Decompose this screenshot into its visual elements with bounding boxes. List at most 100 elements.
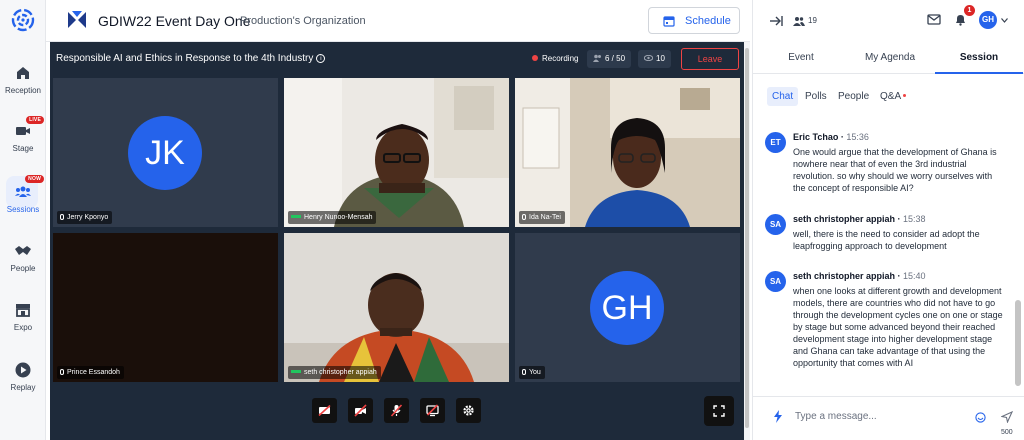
user-avatar[interactable]: GH — [979, 11, 997, 29]
emoji-icon[interactable] — [975, 412, 986, 423]
subtab-chat[interactable]: Chat — [767, 87, 799, 106]
viewers-count: 10 — [656, 54, 665, 63]
handshake-icon — [15, 246, 31, 255]
message-input[interactable] — [795, 405, 965, 427]
side-panel: 19 1 GH Event My Agenda Session Chat Pol… — [752, 0, 1024, 440]
subtab-people[interactable]: People — [838, 91, 869, 102]
mic-icon — [60, 214, 64, 220]
rail-item-label: People — [10, 264, 36, 273]
video-tile[interactable]: JK Jerry Kponyo — [53, 78, 278, 227]
panel-header: 19 1 GH — [753, 0, 1024, 42]
message-time: 15:38 — [903, 214, 926, 224]
participant-video-feed — [284, 78, 509, 227]
top-bar: GDIW22 Event Day One Production's Organi… — [46, 0, 750, 42]
message-author: seth christopher appiah · 15:40 — [793, 271, 926, 281]
participant-video-feed — [284, 233, 509, 382]
tab-event[interactable]: Event — [773, 52, 829, 63]
author-name: seth christopher appiah — [793, 214, 896, 224]
mic-icon — [522, 369, 526, 375]
leave-button[interactable]: Leave — [681, 48, 739, 70]
subtab-qa[interactable]: Q&A — [880, 91, 907, 102]
send-icon[interactable] — [1001, 411, 1013, 423]
unread-dot-icon — [903, 94, 907, 97]
rail-item-expo[interactable]: Expo — [0, 301, 46, 332]
message-author: Eric Tchao · 15:36 — [793, 132, 869, 142]
camera-off-button[interactable] — [312, 398, 337, 423]
mic-icon — [522, 214, 526, 220]
scrollbar-thumb[interactable] — [1015, 300, 1021, 386]
video-tile[interactable]: seth christopher appiah — [284, 233, 509, 382]
audio-level-icon — [291, 215, 301, 218]
event-logo-icon — [66, 9, 88, 31]
bell-icon[interactable] — [954, 13, 967, 26]
participant-name: Prince Essandoh — [67, 369, 120, 376]
participant-name: You — [529, 369, 541, 376]
rail-item-label: Stage — [12, 144, 34, 153]
session-title-text: Responsible AI and Ethics in Response to… — [56, 53, 314, 64]
rail-item-label: Replay — [10, 383, 36, 392]
message-composer: 500 — [753, 396, 1024, 440]
recording-label: Recording — [542, 54, 579, 63]
participants-count: 6 / 50 — [605, 54, 626, 63]
schedule-button[interactable]: Schedule — [648, 7, 740, 34]
rail-item-replay[interactable]: Replay — [0, 361, 46, 392]
rail-item-label: Sessions — [6, 205, 40, 214]
participants-icon — [593, 54, 601, 62]
video-tile[interactable]: Prince Essandoh — [53, 233, 278, 382]
participant-name: seth christopher appiah — [304, 369, 377, 376]
video-tile[interactable]: Henry Nunoo-Mensah — [284, 78, 509, 227]
message-time: 15:36 — [846, 132, 869, 142]
fullscreen-icon — [713, 405, 725, 417]
tab-session[interactable]: Session — [935, 52, 1023, 63]
rail-item-reception[interactable]: Reception — [0, 64, 46, 95]
tab-my-agenda[interactable]: My Agenda — [853, 52, 927, 63]
chat-scrollbar[interactable] — [1015, 120, 1021, 390]
group-icon — [15, 186, 31, 197]
author-name: Eric Tchao — [793, 132, 839, 142]
rail-item-stage[interactable]: LIVE Stage — [0, 116, 46, 153]
app-root: Reception LIVE Stage NOW Sessions People… — [0, 0, 1024, 440]
screen-share-button[interactable] — [420, 398, 445, 423]
video-camera-icon — [16, 127, 30, 135]
fullscreen-button[interactable] — [704, 396, 734, 426]
video-tile-self[interactable]: GH You — [515, 233, 740, 382]
event-title: GDIW22 Event Day One — [98, 13, 251, 29]
app-logo-icon[interactable] — [11, 8, 35, 32]
participants-count-pill: 6 / 50 — [587, 50, 632, 68]
now-badge: NOW — [25, 175, 44, 183]
message-avatar: SA — [765, 214, 786, 235]
chevron-down-icon[interactable] — [1001, 18, 1008, 23]
mute-button[interactable] — [384, 398, 409, 423]
active-tab-indicator — [935, 72, 1023, 74]
participant-name-tag: Henry Nunoo-Mensah — [288, 211, 377, 224]
home-icon — [17, 67, 29, 79]
organization-name[interactable]: Production's Organization — [240, 15, 366, 27]
rail-item-sessions[interactable]: NOW Sessions — [0, 175, 46, 214]
rail-item-label: Expo — [13, 323, 33, 332]
calendar-icon — [663, 16, 675, 27]
participant-name-tag: seth christopher appiah — [288, 366, 381, 379]
session-title: Responsible AI and Ethics in Response to… — [56, 53, 326, 64]
panel-tabs: Event My Agenda Session — [753, 42, 1024, 74]
subtab-polls[interactable]: Polls — [805, 91, 827, 102]
schedule-label: Schedule — [685, 15, 731, 27]
video-off-icon — [354, 404, 367, 417]
video-tile[interactable]: Ida Na-Tei — [515, 78, 740, 227]
scrollbar-thumb[interactable] — [745, 48, 749, 428]
collapse-panel-icon[interactable] — [769, 14, 783, 28]
video-off-button[interactable] — [348, 398, 373, 423]
mic-off-icon — [390, 404, 403, 417]
settings-button[interactable] — [456, 398, 481, 423]
left-nav-rail: Reception LIVE Stage NOW Sessions People… — [0, 0, 46, 440]
info-icon[interactable]: i — [316, 54, 326, 63]
message-author: seth christopher appiah · 15:38 — [793, 214, 926, 224]
lightning-icon[interactable] — [773, 410, 783, 423]
stage-scrollbar[interactable] — [744, 42, 750, 440]
notification-badge: 1 — [964, 5, 975, 16]
author-name: seth christopher appiah — [793, 271, 896, 281]
rail-item-people[interactable]: People — [0, 242, 46, 273]
screen-share-off-icon — [426, 404, 439, 417]
attendee-count: 19 — [808, 16, 817, 25]
mail-icon[interactable] — [927, 14, 941, 25]
live-badge: LIVE — [26, 116, 44, 124]
